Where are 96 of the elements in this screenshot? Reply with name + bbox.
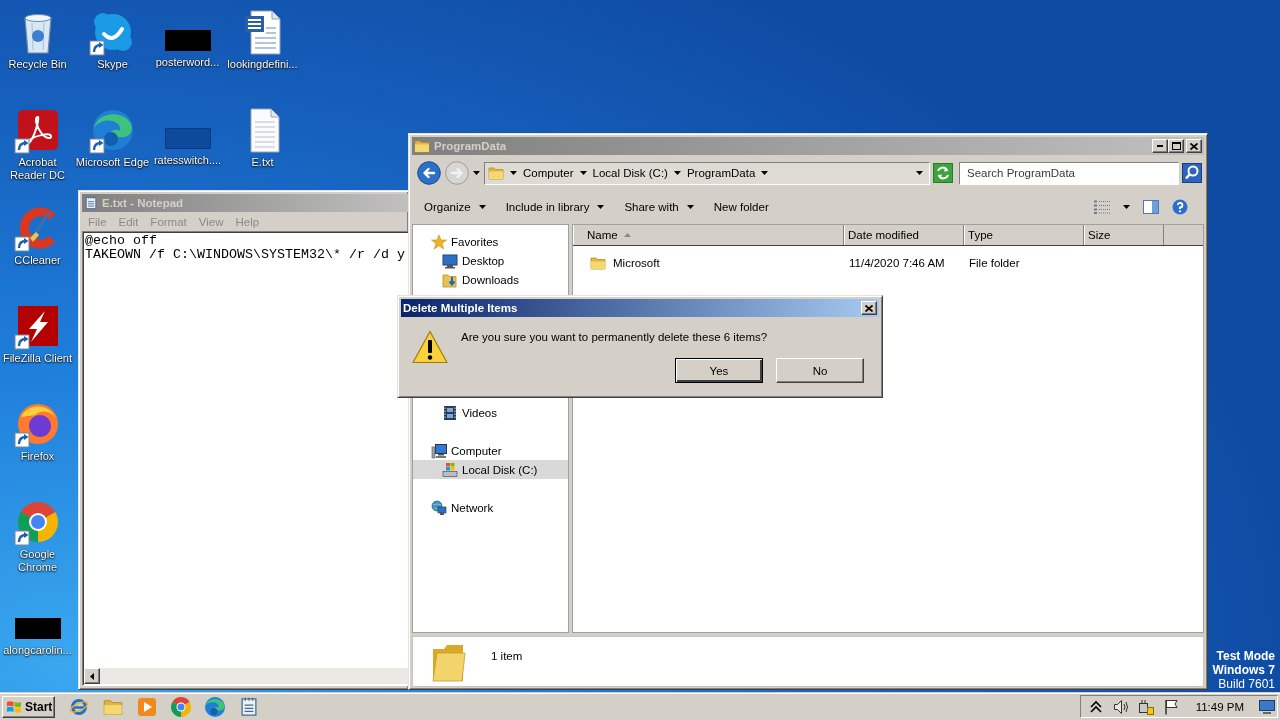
test-mode-notice: Test Mode [1216,649,1275,663]
nav-item[interactable]: Favorites [413,232,568,251]
drive-icon [442,461,458,478]
chrome-icon[interactable] [171,696,191,717]
warning-icon [412,330,448,364]
network-icon [431,499,447,516]
close-icon [1190,142,1198,150]
desktop-icon[interactable]: posterword... [150,6,225,69]
search-field[interactable]: Search ProgramData [959,161,1179,185]
file-row[interactable]: Microsoft 11/4/2020 7:46 AM File folder [573,254,1203,272]
column-header[interactable]: Type [964,225,1084,245]
film-strip-icon [442,404,458,421]
nav-item[interactable]: Computer [413,441,568,460]
star-icon [431,233,447,250]
desktop-icon[interactable]: Microsoft Edge [75,104,150,169]
caret-icon [597,205,605,209]
item-count: 1 item [491,650,523,662]
window-title: ProgramData [434,140,507,152]
refresh-icon[interactable] [933,163,953,183]
start-button[interactable]: Start [2,695,55,718]
desktop-icon[interactable]: CCleaner [0,202,75,267]
preview-pane-icon[interactable] [1143,200,1159,214]
test-mode-notice: Windows 7 [1212,663,1275,677]
computer-icon [431,442,447,459]
dialog-button[interactable]: No [776,358,864,383]
caret-icon [478,205,486,209]
clock[interactable]: 11:49 PM [1195,700,1244,713]
nav-item[interactable]: Desktop [413,251,568,270]
nav-item[interactable]: Local Disk (C:) [413,460,568,479]
desktop-icon[interactable]: Recycle Bin [0,6,75,71]
folder-icon [590,255,606,271]
desktop-icon[interactable]: ratesswitch.... [150,104,225,167]
back-icon[interactable] [417,161,441,185]
desktop-icon[interactable]: FileZilla Client [0,300,75,365]
monitor-icon [442,252,458,269]
desktop-icon[interactable]: Acrobat Reader DC [0,104,75,182]
type-cell-text: File folder [968,257,1021,269]
text-line: @echo off [85,234,157,248]
close-button[interactable] [861,301,877,315]
column-header[interactable]: Name [573,225,844,245]
date-cell-text: 11/4/2020 7:46 AM [848,257,946,269]
download-folder-icon [442,271,458,288]
toolbar-button[interactable]: Share with [614,195,704,219]
column-header[interactable]: Size [1084,225,1164,245]
dialog-message: Are you sure you want to permanently delete these 6 items? [461,330,769,344]
minimize-button[interactable] [1152,139,1168,153]
scroll-left-button[interactable] [84,668,100,684]
caret-icon[interactable] [761,171,769,175]
caret-icon[interactable] [579,171,587,175]
maximize-button[interactable] [1168,139,1184,153]
caret-icon[interactable] [673,171,681,175]
desktop-icon[interactable]: Skype [75,6,150,71]
flag-icon[interactable] [1162,698,1179,715]
notepad-icon[interactable] [239,696,259,717]
search-icon[interactable] [1182,163,1202,183]
caret-icon[interactable] [916,171,923,175]
internet-explorer-icon[interactable] [69,696,89,717]
file-name: Microsoft [612,257,661,269]
toolbar-button[interactable]: Include in library [495,195,615,219]
breadcrumb-item[interactable]: Computer [523,167,574,179]
caret-icon[interactable] [473,171,480,175]
desktop-icon[interactable]: E.txt [225,104,300,169]
nav-item[interactable]: Videos [413,403,568,422]
edge-icon[interactable] [205,696,225,717]
folder-icon [488,165,504,181]
sort-arrow-icon [623,233,631,237]
caret-icon[interactable] [1123,205,1130,209]
horizontal-scrollbar[interactable] [84,668,408,684]
folder-icon [414,138,430,154]
caret-icon [686,205,694,209]
dialog-button[interactable]: Yes [675,358,763,383]
show-desktop-icon[interactable] [1259,698,1275,715]
address-bar[interactable]: Computer Local Disk (C:) ProgramData [484,161,930,185]
help-icon[interactable] [1172,199,1188,215]
close-icon [865,304,873,312]
nav-item[interactable]: Network [413,498,568,517]
desktop-icon[interactable]: lookingdefini... [225,6,300,71]
toolbar-button[interactable]: Organize [414,195,496,219]
notepad-icon [84,196,98,210]
breadcrumb-item[interactable]: Local Disk (C:) [592,167,668,179]
view-options-icon[interactable] [1094,200,1110,214]
column-header[interactable]: Date modified [844,225,964,245]
window-title: E.txt - Notepad [102,197,184,209]
close-button[interactable] [1186,139,1202,153]
maximize-icon [1171,142,1181,150]
windows-logo-icon [6,698,22,715]
text-line: TAKEOWN /f C:\WINDOWS\SYSTEM32\* /r /d y [85,248,405,262]
toolbar-button[interactable]: New folder [703,195,779,219]
breadcrumb-item[interactable]: ProgramData [686,167,756,179]
minimize-icon [1157,145,1163,147]
power-plug-icon[interactable] [1137,698,1154,715]
test-mode-notice: Build 7601 [1218,677,1275,691]
left-arrow-icon [90,672,94,680]
speaker-icon[interactable] [1112,698,1129,715]
caret-icon[interactable] [510,171,517,175]
nav-item[interactable]: Downloads [413,270,568,289]
